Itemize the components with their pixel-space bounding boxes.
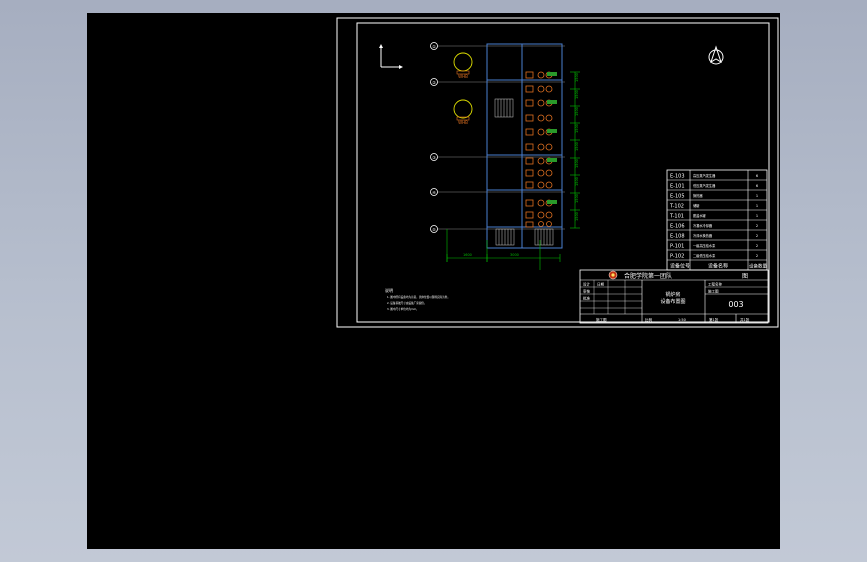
cad-model-viewport[interactable] [87,13,780,549]
